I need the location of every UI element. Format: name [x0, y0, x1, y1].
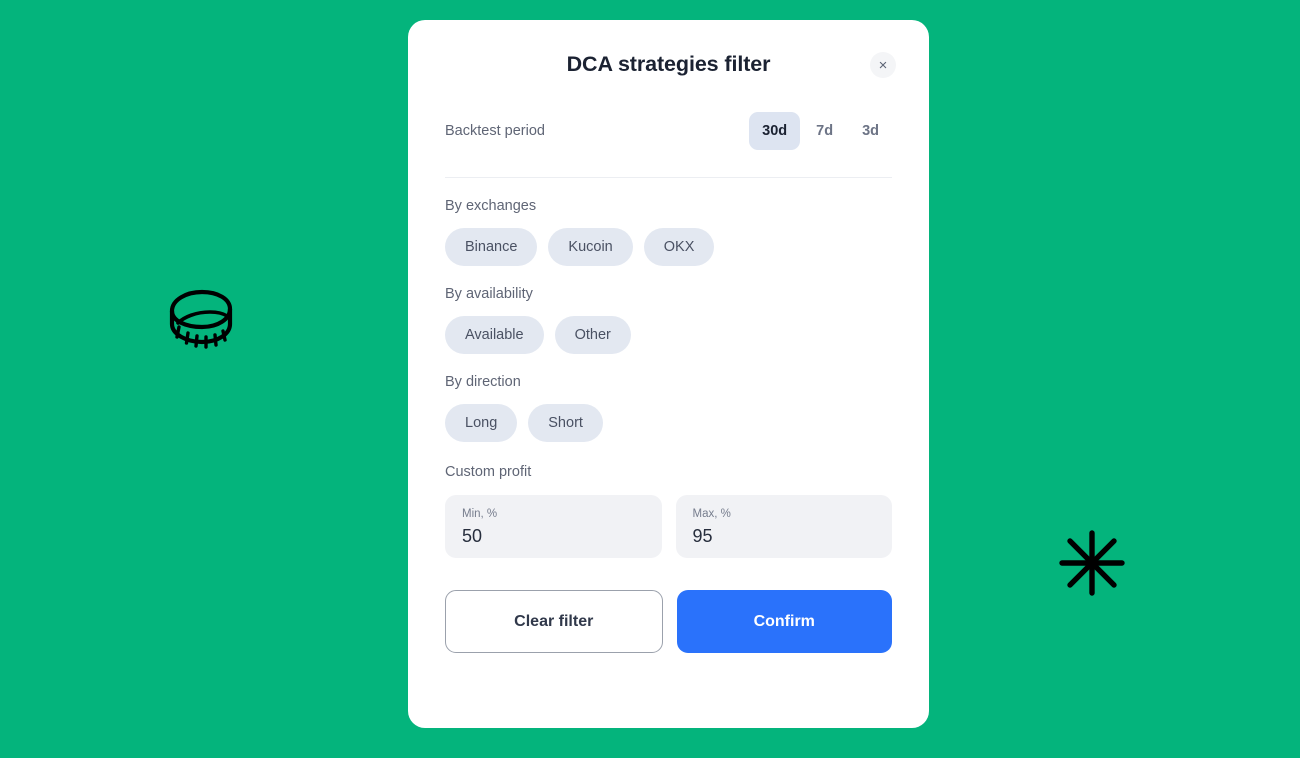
chip-kucoin[interactable]: Kucoin — [548, 228, 633, 266]
chip-binance[interactable]: Binance — [445, 228, 538, 266]
chip-other[interactable]: Other — [554, 316, 631, 354]
section-label-custom-profit: Custom profit — [445, 464, 532, 480]
filter-section-direction: By direction Long Short — [445, 374, 892, 442]
section-label-availability: By availability — [445, 286, 533, 302]
close-icon[interactable]: × — [870, 52, 896, 78]
chip-row-direction: Long Short — [445, 404, 892, 442]
min-profit-input[interactable]: Min, % 50 — [445, 495, 662, 558]
dca-filter-modal: DCA strategies filter × Backtest period … — [408, 20, 929, 728]
chip-available[interactable]: Available — [445, 316, 544, 354]
chip-okx[interactable]: OKX — [643, 228, 715, 266]
section-label-direction: By direction — [445, 374, 521, 390]
page-title: DCA strategies filter — [566, 51, 771, 76]
min-profit-value: 50 — [462, 525, 483, 546]
modal-footer: Clear filter Confirm — [445, 590, 892, 653]
clear-filter-button[interactable]: Clear filter — [445, 590, 663, 653]
chip-long[interactable]: Long — [445, 404, 518, 442]
max-profit-label: Max, % — [692, 508, 731, 520]
period-option-30d[interactable]: 30d — [749, 112, 801, 150]
modal-header: DCA strategies filter × — [445, 20, 896, 108]
backtest-period-label: Backtest period — [445, 123, 545, 139]
min-profit-label: Min, % — [462, 508, 498, 520]
max-profit-value: 95 — [692, 525, 713, 546]
chip-row-availability: Available Other — [445, 316, 892, 354]
confirm-button[interactable]: Confirm — [676, 590, 892, 653]
header-divider — [445, 177, 892, 178]
coin-icon — [164, 287, 234, 360]
section-label-exchanges: By exchanges — [445, 198, 537, 214]
backtest-period-options: 30d 7d 3d — [749, 112, 892, 150]
period-option-7d[interactable]: 7d — [803, 112, 846, 150]
filter-section-exchanges: By exchanges Binance Kucoin OKX — [445, 198, 892, 266]
max-profit-input[interactable]: Max, % 95 — [675, 495, 892, 558]
filter-section-availability: By availability Available Other — [445, 286, 892, 354]
sparkle-icon — [1056, 527, 1128, 604]
chip-short[interactable]: Short — [528, 404, 603, 442]
chip-row-exchanges: Binance Kucoin OKX — [445, 228, 892, 266]
period-option-3d[interactable]: 3d — [849, 112, 892, 150]
filter-section-custom-profit: Custom profit Min, % 50 Max, % 95 — [445, 464, 892, 558]
custom-profit-inputs: Min, % 50 Max, % 95 — [445, 495, 892, 558]
backtest-period-row: Backtest period 30d 7d 3d — [445, 109, 892, 153]
